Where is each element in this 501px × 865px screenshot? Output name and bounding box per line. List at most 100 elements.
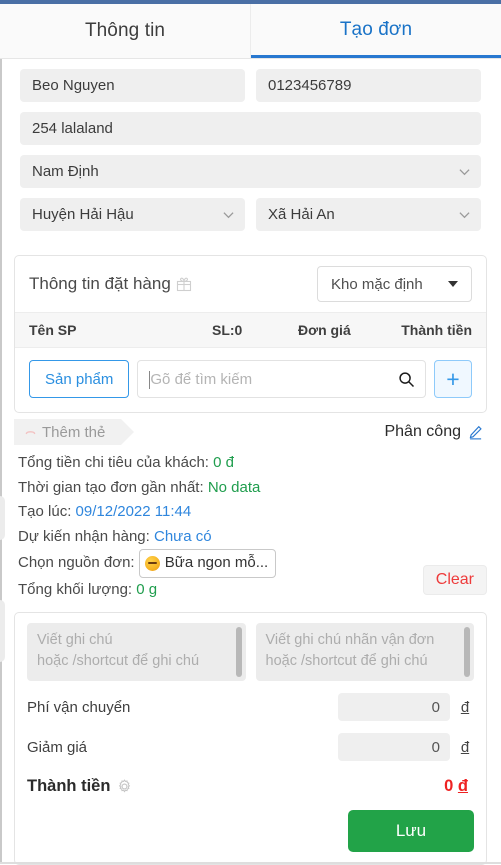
tab-tao-don[interactable]: Tạo đơn [251, 4, 501, 58]
chevron-down-icon [459, 209, 470, 220]
pencil-icon[interactable] [468, 425, 483, 440]
grand-total-label: Thành tiền [27, 777, 111, 795]
customer-phone-input[interactable]: 0123456789 [256, 69, 481, 102]
column-header-name: Tên SP [29, 322, 77, 338]
grand-total-currency: đ [457, 777, 468, 795]
shipping-fee-row: Phí vận chuyển 0 đ [27, 693, 474, 721]
product-type-button[interactable]: Sản phẩm [29, 360, 130, 398]
ward-select[interactable]: Xã Hải An [256, 198, 481, 231]
shipping-fee-label: Phí vận chuyển [27, 698, 131, 716]
order-info-header: Thông tin đặt hàng Kho mặc định [15, 256, 486, 312]
order-note-textarea[interactable]: Viết ghi chú hoặc /shortcut để ghi chú [27, 623, 246, 681]
expected-delivery-value[interactable]: Chưa có [154, 528, 212, 545]
tab-thong-tin-label: Thông tin [84, 20, 166, 41]
column-header-total: Thành tiền [401, 322, 472, 338]
gift-icon[interactable] [176, 276, 192, 292]
add-product-button[interactable]: + [434, 360, 472, 398]
chevron-down-icon [459, 166, 470, 177]
order-info-title: Thông tin đặt hàng [29, 274, 192, 294]
shipping-note-placeholder-line2: hoặc /shortcut để ghi chú [265, 653, 428, 669]
district-value: Huyện Hải Hậu [32, 206, 134, 223]
discount-label: Giảm giá [27, 738, 88, 756]
product-search-row: Sản phẩm Gõ để tìm kiếm + [15, 348, 486, 412]
total-spent-value: 0 đ [213, 454, 234, 471]
shipping-fee-input[interactable]: 0 [338, 693, 450, 721]
assign-label: Phân công [384, 423, 461, 440]
grand-total-value: 0 đ [444, 777, 474, 796]
grand-total-row: Thành tiền 0 đ [27, 777, 474, 796]
left-panel-stub-upper [0, 496, 5, 540]
tag-assign-row: Thêm thẻ Phân công [0, 413, 501, 445]
clear-button[interactable]: Clear [422, 565, 487, 595]
order-source-line: Chọn nguồn đơn: Bữa ngon mỗ... [18, 549, 487, 578]
tag-arc-icon [25, 427, 36, 438]
add-tag-label: Thêm thẻ [42, 423, 106, 441]
district-select[interactable]: Huyện Hải Hậu [20, 198, 245, 231]
order-info-title-label: Thông tin đặt hàng [29, 274, 171, 293]
last-order-value: No data [207, 478, 261, 496]
customer-name-value: Beo Nguyen [32, 77, 115, 94]
shipping-note-scrollbar[interactable] [464, 627, 470, 677]
product-search-placeholder: Gõ để tìm kiếm [150, 370, 253, 388]
order-note-scrollbar[interactable] [235, 627, 242, 677]
created-at-line: Tạo lúc: 09/12/2022 11:44 [18, 500, 487, 525]
ward-value: Xã Hải An [268, 206, 335, 223]
shipping-fee-value: 0 [431, 698, 440, 716]
order-note-placeholder-line1: Viết ghi chú [37, 632, 113, 648]
assign-control[interactable]: Phân công [384, 423, 487, 441]
shipping-fee-currency: đ [460, 698, 470, 716]
district-ward-row: Huyện Hải Hậu Xã Hải An [20, 198, 481, 231]
warehouse-value: Kho mặc định [331, 275, 423, 293]
order-meta-block: Tổng tiền chi tiêu của khách: 0 đ Thời g… [0, 445, 501, 602]
save-button-label: Lưu [395, 821, 427, 840]
create-order-screen: Thông tin Tạo đơn Beo Nguyen 0123456789 … [0, 0, 501, 865]
discount-value: 0 [431, 738, 440, 756]
column-header-price: Đơn giá [298, 322, 351, 338]
product-search-input[interactable]: Gõ để tìm kiếm [137, 360, 426, 398]
total-weight-line: Tổng khối lượng: 0 g [18, 578, 487, 603]
neutral-face-emoji-icon [144, 555, 160, 571]
last-order-label: Thời gian tạo đơn gần nhất: [18, 478, 204, 496]
product-table-header: Tên SP SL:0 Đơn giá Thành tiền [15, 312, 486, 348]
discount-row: Giảm giá 0 đ [27, 733, 474, 761]
save-row: Lưu [27, 810, 474, 852]
notes-totals-card: Viết ghi chú hoặc /shortcut để ghi chú V… [14, 612, 487, 865]
chevron-down-icon [223, 209, 234, 220]
customer-address-input[interactable]: 254 lalaland [20, 112, 481, 145]
last-order-line: Thời gian tạo đơn gần nhất: No data [18, 476, 487, 501]
left-page-edge [0, 4, 2, 864]
grand-total-number: 0 [444, 777, 454, 795]
customer-form: Beo Nguyen 0123456789 254 lalaland Nam Đ… [0, 59, 501, 249]
text-cursor [149, 371, 151, 389]
tab-thong-tin[interactable]: Thông tin [0, 4, 251, 58]
customer-phone-value: 0123456789 [268, 77, 352, 94]
order-source-chip[interactable]: Bữa ngon mỗ... [138, 549, 277, 578]
created-at-value: 09/12/2022 11:44 [75, 503, 192, 520]
save-button[interactable]: Lưu [348, 810, 474, 852]
caret-down-icon [448, 281, 458, 287]
total-weight-label: Tổng khối lượng: [18, 580, 133, 598]
expected-delivery-line: Dự kiến nhận hàng: Chưa có [18, 525, 487, 550]
grand-total-label-group: Thành tiền [27, 777, 444, 796]
add-product-button-label: + [446, 365, 460, 392]
add-tag-chip[interactable]: Thêm thẻ [14, 419, 135, 445]
warehouse-select[interactable]: Kho mặc định [317, 266, 472, 302]
total-spent-label: Tổng tiền chi tiêu của khách: [18, 454, 209, 471]
customer-name-input[interactable]: Beo Nguyen [20, 69, 245, 102]
order-source-label: Chọn nguồn đơn: [18, 553, 135, 571]
product-type-button-label: Sản phẩm [45, 370, 114, 388]
shipping-note-textarea[interactable]: Viết ghi chú nhãn vận đơn hoặc /shortcut… [255, 623, 474, 681]
left-panel-stub-lower [0, 600, 5, 662]
column-header-quantity: SL:0 [212, 322, 243, 338]
expected-delivery-label: Dự kiến nhận hàng: [18, 527, 150, 545]
address-row: 254 lalaland [20, 112, 481, 145]
province-select[interactable]: Nam Định [20, 155, 481, 188]
total-spent-line: Tổng tiền chi tiêu của khách: 0 đ [18, 451, 487, 476]
discount-input[interactable]: 0 [338, 733, 450, 761]
order-note-placeholder-line2: hoặc /shortcut để ghi chú [37, 653, 200, 669]
gear-icon[interactable] [117, 779, 132, 794]
discount-currency: đ [460, 738, 470, 756]
search-icon[interactable] [398, 371, 415, 388]
total-weight-value: 0 g [136, 580, 158, 598]
order-info-card: Thông tin đặt hàng Kho mặc định Tên SP S… [14, 255, 487, 413]
